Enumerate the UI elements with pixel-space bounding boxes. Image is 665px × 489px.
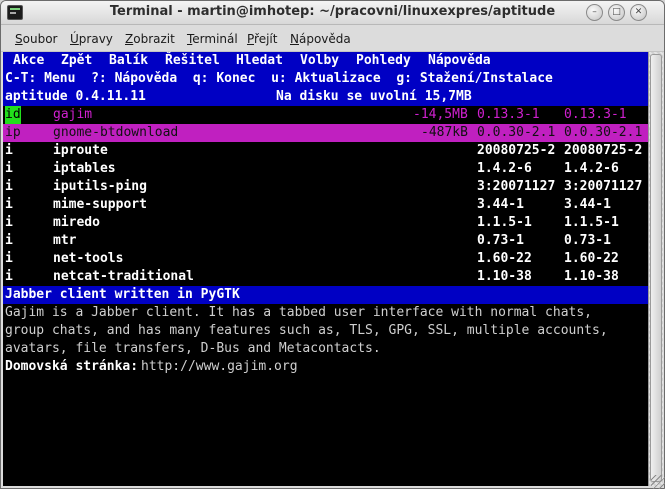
menu-upravy[interactable]: Úpravy — [70, 32, 113, 46]
package-name: gajim — [53, 107, 93, 122]
aptitude-menu-volby[interactable]: Volby — [300, 52, 339, 70]
package-current-version: 3:20071127 — [477, 179, 556, 194]
package-name: gnome-btdownload — [53, 125, 179, 140]
package-candidate-version: 0.13.3-1 — [564, 107, 627, 122]
description-title-bar: Jabber client written in PyGTK — [3, 286, 648, 304]
package-current-version: 0.13.3-1 — [477, 107, 540, 122]
package-row[interactable]: i iproute 20080725-2 20080725-2 — [3, 142, 648, 160]
homepage-line: Domovská stránka: http://www.gajim.org — [3, 358, 648, 376]
package-current-version: 1.10-38 — [477, 269, 532, 284]
menu-zobrazit[interactable]: Zobrazit — [125, 32, 175, 46]
package-flag: id — [5, 106, 21, 124]
package-name: iproute — [53, 143, 108, 158]
package-current-version: 1.60-22 — [477, 251, 532, 266]
menu-terminal[interactable]: Terminál — [187, 32, 238, 46]
package-row[interactable]: id gajim -14,5MB 0.13.3-1 0.13.3-1 — [3, 106, 648, 124]
maximize-button[interactable]: □ — [608, 4, 625, 21]
aptitude-menu-bar: Akce Zpět Balík Řešitel Hledat Volby Poh… — [3, 52, 648, 70]
aptitude-menu-pohledy[interactable]: Pohledy — [356, 52, 411, 70]
menu-bar: Soubor Úpravy Zobrazit Terminál Přejít N… — [1, 26, 664, 52]
resize-grip[interactable] — [651, 475, 665, 489]
help-line-text: C-T: Menu ?: Nápověda q: Konec u: Aktual… — [5, 71, 553, 86]
package-current-version: 3.44-1 — [477, 197, 524, 212]
package-flag: i — [5, 161, 13, 176]
aptitude-menu-napoveda[interactable]: Nápověda — [428, 52, 491, 70]
package-current-version: 20080725-2 — [477, 143, 556, 158]
package-name: iptables — [53, 161, 116, 176]
package-candidate-version: 3:20071127 — [564, 179, 643, 194]
package-flag: i — [5, 269, 13, 284]
package-row[interactable]: i netcat-traditional 1.10-38 1.10-38 — [3, 268, 648, 286]
disk-space-status: Na disku se uvolní 15,7MB — [276, 89, 472, 104]
package-candidate-version: 20080725-2 — [564, 143, 643, 158]
menu-soubor[interactable]: Soubor — [15, 32, 57, 46]
homepage-label: Domovská stránka: — [5, 359, 139, 374]
package-candidate-version: 1.4.2-6 — [564, 161, 619, 176]
package-candidate-version: 1.60-22 — [564, 251, 619, 266]
package-row[interactable]: i iptables 1.4.2-6 1.4.2-6 — [3, 160, 648, 178]
window-title: Terminal - martin@imhotep: ~/pracovni/li… — [109, 4, 556, 19]
aptitude-menu-akce[interactable]: Akce — [13, 52, 44, 70]
package-flag: i — [5, 143, 13, 158]
description-text: group chats, and has many features such … — [5, 323, 608, 338]
description-text: avatars, file transfers, D-Bus and Metac… — [5, 341, 381, 356]
homepage-url[interactable]: http://www.gajim.org — [141, 358, 298, 376]
package-candidate-version: 0.0.30-2.1 — [564, 125, 643, 140]
package-flag: ip — [5, 125, 21, 140]
package-candidate-version: 0.73-1 — [564, 233, 611, 248]
package-current-version: 0.0.30-2.1 — [477, 125, 556, 140]
terminal-scrollbar[interactable] — [648, 52, 663, 486]
package-current-version: 1.4.2-6 — [477, 161, 532, 176]
package-name: netcat-traditional — [53, 269, 194, 284]
package-row-selected[interactable]: ip gnome-btdownload -487kB 0.0.30-2.1 0.… — [3, 124, 648, 142]
package-name: miredo — [53, 215, 100, 230]
package-flag: i — [5, 215, 13, 230]
menu-napoveda[interactable]: Nápověda — [290, 32, 351, 46]
package-name: mtr — [53, 233, 77, 248]
package-flag: i — [5, 179, 13, 194]
package-size: -14,5MB — [413, 107, 468, 122]
package-row[interactable]: i mtr 0.73-1 0.73-1 — [3, 232, 648, 250]
description-title: Jabber client written in PyGTK — [5, 287, 240, 302]
package-current-version: 1.1.5-1 — [477, 215, 532, 230]
title-bar[interactable]: Terminal - martin@imhotep: ~/pracovni/li… — [1, 1, 664, 25]
scrollbar-thumb[interactable] — [650, 54, 662, 482]
terminal-area[interactable]: Akce Zpět Balík Řešitel Hledat Volby Poh… — [3, 52, 648, 486]
package-flag: i — [5, 233, 13, 248]
close-button[interactable]: ✕ — [630, 4, 647, 21]
description-text: Gajim is a Jabber client. It has a tabbe… — [5, 305, 592, 320]
package-flag: i — [5, 251, 13, 266]
description-line: group chats, and has many features such … — [3, 322, 648, 340]
package-candidate-version: 1.10-38 — [564, 269, 619, 284]
package-current-version: 0.73-1 — [477, 233, 524, 248]
description-line: avatars, file transfers, D-Bus and Metac… — [3, 340, 648, 358]
package-candidate-version: 1.1.5-1 — [564, 215, 619, 230]
package-size: -487kB — [421, 125, 468, 140]
aptitude-version: aptitude 0.4.11.11 — [5, 89, 146, 104]
description-line: Gajim is a Jabber client. It has a tabbe… — [3, 304, 648, 322]
aptitude-menu-balik[interactable]: Balík — [109, 52, 148, 70]
aptitude-help-line: C-T: Menu ?: Nápověda q: Konec u: Aktual… — [3, 70, 648, 88]
aptitude-menu-hledat[interactable]: Hledat — [236, 52, 283, 70]
package-row[interactable]: i net-tools 1.60-22 1.60-22 — [3, 250, 648, 268]
package-name: net-tools — [53, 251, 124, 266]
package-name: iputils-ping — [53, 179, 147, 194]
package-flag: i — [5, 197, 13, 212]
menu-prejit[interactable]: Přejít — [247, 32, 277, 46]
package-name: mime-support — [53, 197, 147, 212]
aptitude-menu-resitel[interactable]: Řešitel — [165, 52, 220, 70]
package-row[interactable]: i miredo 1.1.5-1 1.1.5-1 — [3, 214, 648, 232]
aptitude-menu-zpet[interactable]: Zpět — [61, 52, 92, 70]
package-row[interactable]: i iputils-ping 3:20071127 3:20071127 — [3, 178, 648, 196]
package-candidate-version: 3.44-1 — [564, 197, 611, 212]
minimize-button[interactable]: – — [586, 4, 603, 21]
aptitude-status-line: aptitude 0.4.11.11 Na disku se uvolní 15… — [3, 88, 648, 106]
package-row[interactable]: i mime-support 3.44-1 3.44-1 — [3, 196, 648, 214]
